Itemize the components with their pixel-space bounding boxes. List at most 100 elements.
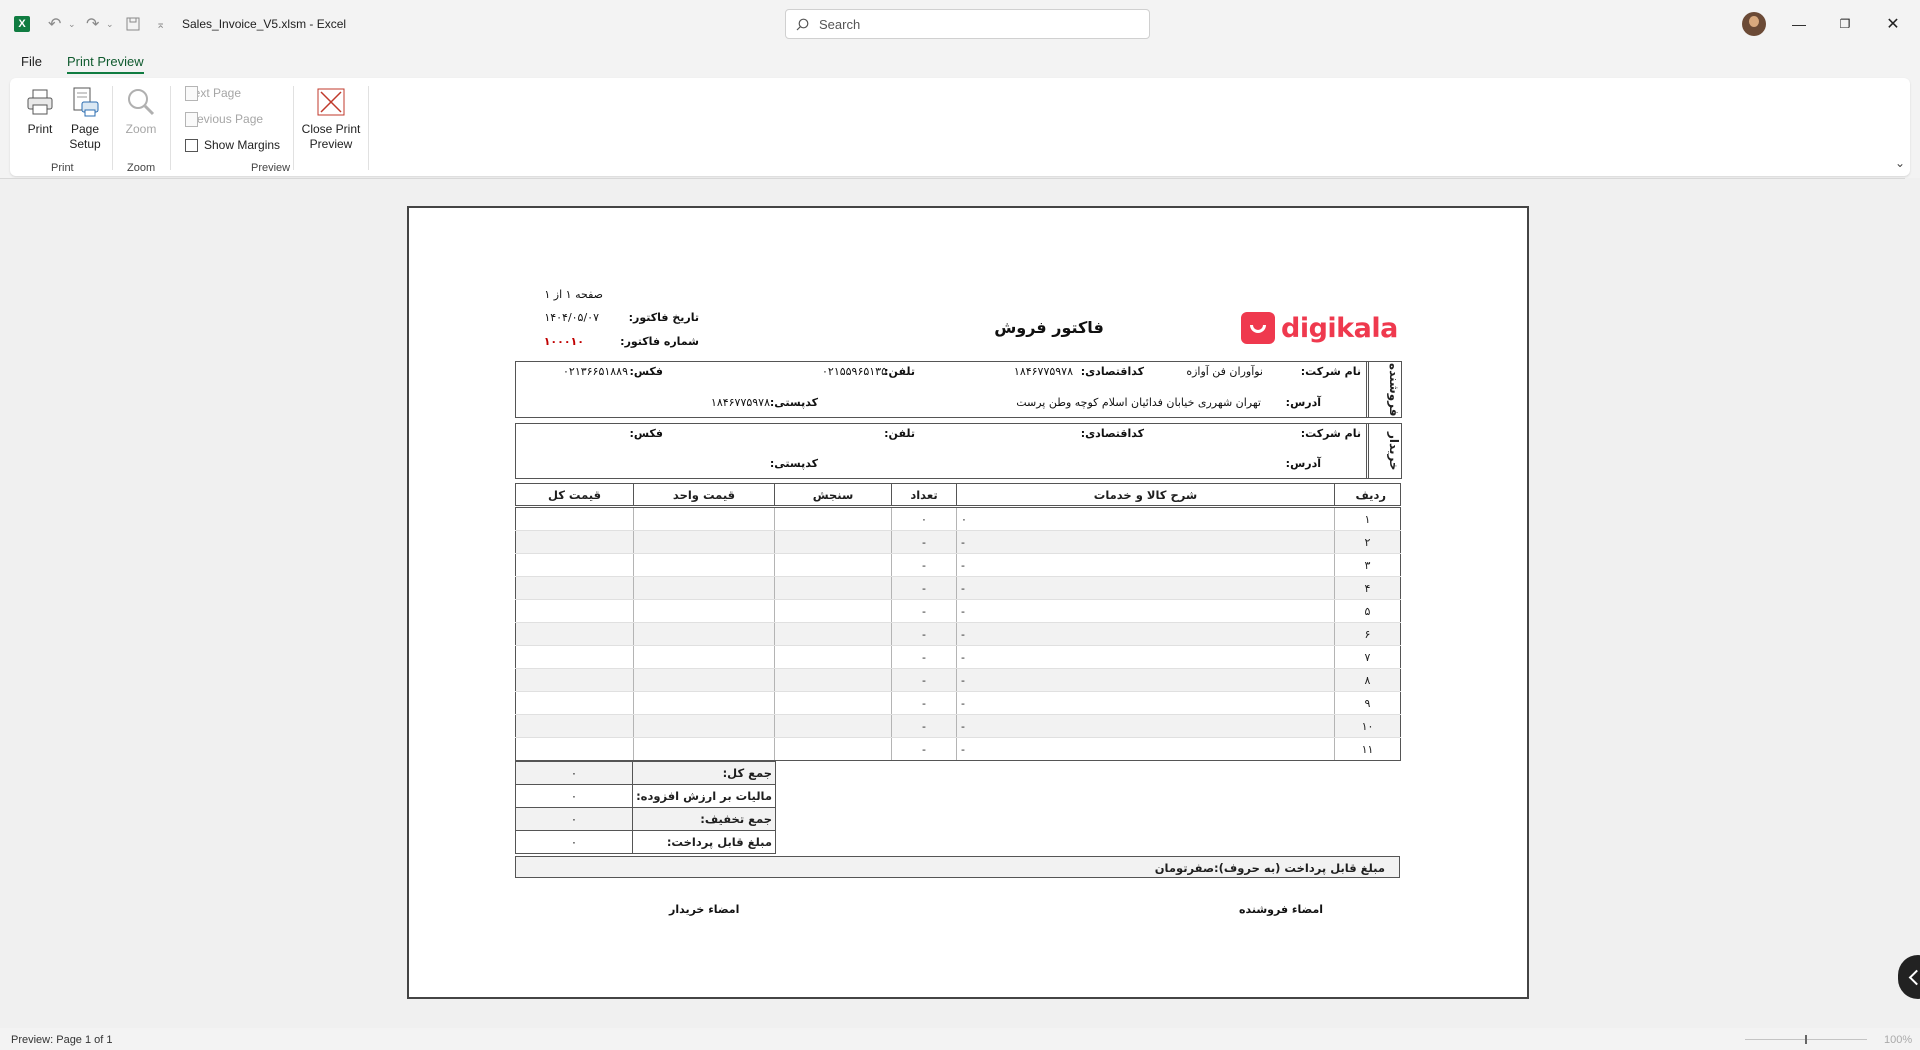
redo-icon[interactable]: ↷ [86,0,99,48]
user-avatar[interactable] [1742,12,1766,36]
column-header: قیمت کل [515,483,634,508]
ribbon-tabs: File Print Preview [0,48,1920,78]
search-placeholder: Search [819,16,861,32]
unit-cell [774,714,892,738]
close-print-preview-button[interactable]: Close Print Preview [299,86,363,152]
group-label-zoom: Zoom [127,162,156,174]
table-row: ۹-- [515,691,1401,715]
search-icon [796,18,809,30]
zoom-button[interactable]: Zoom [124,86,158,137]
page-info: صفحه ۱ از ۱ [544,288,603,301]
amount-in-words: مبلغ قابل پرداخت (به حروف):صفرتومان [515,856,1400,878]
quantity-cell: - [891,691,957,715]
seller-fax-value: ۰۲۱۳۶۶۵۱۸۸۹ [563,365,628,378]
vertical-scrollbar[interactable] [1905,178,1920,1028]
row-number-cell: ۴ [1334,576,1401,600]
buyer-company-label: نام شرکت: [1300,427,1361,440]
description-cell: - [956,576,1335,600]
buyer-box: خریدار نام شرکت: کداقتصادی: تلفن: فکس: آ… [515,423,1402,479]
quantity-cell: - [891,599,957,623]
unit-price-cell [633,668,775,692]
seller-postal-label: کدپستی: [769,396,818,409]
invoice-date-value: ۱۴۰۴/۰۵/۰۷ [544,311,599,324]
seller-econ-label: کداقتصادی: [1080,365,1144,378]
invoice-number-label: شماره فاکتور: [620,335,699,348]
save-icon[interactable] [126,0,140,48]
preview-page: digikala فاکتور فروش صفحه ۱ از ۱ تاریخ ف… [407,206,1529,999]
seller-company-label: نام شرکت: [1300,365,1361,378]
description-cell: - [956,553,1335,577]
total-value: ۰ [515,807,633,831]
quantity-cell: - [891,668,957,692]
total-price-cell [515,622,634,646]
unit-cell [774,691,892,715]
seller-fax-label: فکس: [629,365,663,378]
ribbon: Print Page Setup Zoom Next Page Previous… [10,78,1910,176]
restore-icon[interactable]: ❐ [1822,0,1868,48]
previous-page-icon [185,111,198,127]
tab-print-preview[interactable]: Print Preview [67,54,144,74]
quantity-cell: - [891,553,957,577]
digikala-logo: digikala [1241,308,1401,348]
print-button[interactable]: Print [22,86,58,137]
seller-company-value: نوآوران فن آوازه [1186,365,1263,378]
items-table-body: ۱ ۰ ۰ ۲- -۳- -۴- -۵- -۶- -۷- -۸- -۹- -۱۰- -۱۱- - [515,506,1401,761]
next-page-button[interactable]: Next Page [185,85,241,101]
seller-box: فروشنده نام شرکت: نوآوران فن آوازه کداقت… [515,361,1402,418]
group-separator [293,86,294,170]
unit-cell [774,553,892,577]
close-preview-icon [315,86,347,118]
quantity-cell: - [891,576,957,600]
buyer-econ-label: کداقتصادی: [1080,427,1144,440]
column-header: ردیف [1334,483,1401,508]
total-label: جمع تخفیف: [632,807,776,831]
seller-address-value: تهران شهرری خیابان فدائیان اسلام کوچه وط… [1016,396,1261,409]
row-number-cell: ۷ [1334,645,1401,669]
row-number-cell: ۵ [1334,599,1401,623]
total-price-cell [515,506,634,531]
table-row: ۱۱- - [515,737,1401,761]
redo-dropdown-icon[interactable]: ⌄ [106,0,114,48]
description-cell: - [956,530,1335,554]
zoom-level[interactable]: 100% [1884,1034,1912,1046]
column-header: شرح کالا و خدمات [956,483,1335,508]
quantity-cell: - [891,645,957,669]
table-header-row: ردیف شرح کالا و خدمات تعداد سنجش قیمت وا… [515,483,1401,508]
unit-cell [774,599,892,623]
undo-dropdown-icon[interactable]: ⌄ [68,0,76,48]
buyer-phone-label: تلفن: [884,427,915,440]
table-row: ۵-- [515,599,1401,623]
row-number-cell: ۸ [1334,668,1401,692]
tab-file[interactable]: File [21,54,42,69]
unit-price-cell [633,599,775,623]
unit-price-cell [633,691,775,715]
status-text: Preview: Page 1 of 1 [11,1034,113,1046]
quantity-cell: ۰ [891,506,957,531]
total-price-cell [515,691,634,715]
unit-price-cell [633,737,775,761]
unit-cell [774,530,892,554]
unit-cell [774,737,892,761]
unit-price-cell [633,553,775,577]
zoom-slider[interactable] [1745,1035,1867,1044]
previous-page-button[interactable]: Previous Page [185,111,263,127]
next-page-icon [185,85,198,101]
status-bar: Preview: Page 1 of 1 100% [0,1028,1920,1050]
page-setup-button[interactable]: Page Setup [66,86,104,152]
customize-qat-icon[interactable]: ⌅ [156,0,165,48]
items-table: ردیف شرح کالا و خدمات تعداد سنجش قیمت وا… [515,483,1401,761]
close-window-icon[interactable]: ✕ [1870,0,1916,48]
show-margins-checkbox[interactable]: Show Margins [185,138,280,152]
total-label: جمع کل: [632,761,776,785]
total-label: مبلغ قابل پرداخت: [632,830,776,854]
table-row: ۴-- [515,576,1401,600]
undo-icon[interactable]: ↶ [48,0,61,48]
minimize-icon[interactable]: — [1776,0,1822,48]
total-value: ۰ [515,830,633,854]
buyer-address-label: آدرس: [1285,457,1321,470]
unit-price-cell [633,714,775,738]
search-box[interactable]: Search [785,9,1150,39]
collapse-ribbon-icon[interactable]: ⌄ [1895,156,1905,170]
invoice-date-label: تاریخ فاکتور: [628,311,699,324]
group-label-print: Print [51,162,74,174]
